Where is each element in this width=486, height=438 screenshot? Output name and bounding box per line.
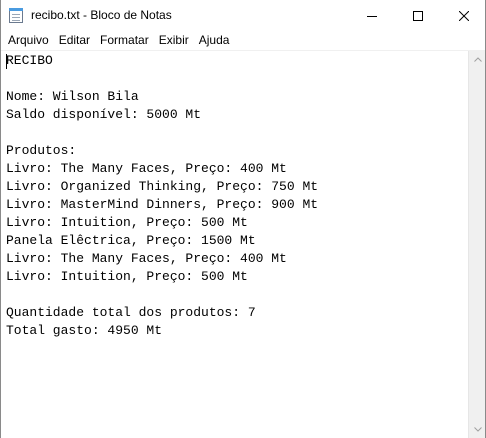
menu-formatar[interactable]: Formatar <box>95 31 154 50</box>
text-line: Livro: The Many Faces, Preço: 400 Mt <box>6 251 287 266</box>
document-text[interactable]: RECIBO Nome: Wilson Bila Saldo disponíve… <box>6 52 318 340</box>
notepad-icon[interactable] <box>9 8 23 23</box>
minimize-icon <box>367 15 377 17</box>
text-line: RECIBO <box>6 53 53 68</box>
maximize-button[interactable] <box>395 0 441 31</box>
chevron-up-icon <box>473 57 482 62</box>
text-line: Produtos: <box>6 143 77 158</box>
menu-arquivo[interactable]: Arquivo <box>1 31 54 50</box>
text-line: Livro: MasterMind Dinners, Preço: 900 Mt <box>6 197 319 212</box>
notepad-window: recibo.txt - Bloco de Notas Arquivo Edit… <box>0 0 486 438</box>
close-button[interactable] <box>441 0 486 31</box>
close-icon <box>459 10 469 21</box>
maximize-icon <box>413 10 423 21</box>
text-line: Livro: Intuition, Preço: 500 Mt <box>6 215 248 230</box>
text-line: Quantidade total dos produtos: 7 <box>6 305 256 320</box>
text-line: Livro: The Many Faces, Preço: 400 Mt <box>6 161 287 176</box>
window-title: recibo.txt - Bloco de Notas <box>31 8 172 22</box>
text-caret <box>6 54 7 69</box>
scroll-up-button[interactable] <box>469 51 486 68</box>
scroll-down-button[interactable] <box>469 421 486 438</box>
text-editor[interactable]: RECIBO Nome: Wilson Bila Saldo disponíve… <box>1 51 470 438</box>
text-line: Saldo disponível: 5000 Mt <box>6 107 202 122</box>
text-line: Livro: Organized Thinking, Preço: 750 Mt <box>6 179 319 194</box>
menu-ajuda[interactable]: Ajuda <box>194 31 235 50</box>
vertical-scrollbar[interactable] <box>468 51 485 438</box>
minimize-button[interactable] <box>349 0 395 31</box>
text-line: Nome: Wilson Bila <box>6 89 139 104</box>
menu-exibir[interactable]: Exibir <box>154 31 194 50</box>
chevron-down-icon <box>473 427 482 432</box>
text-line: Livro: Intuition, Preço: 500 Mt <box>6 269 248 284</box>
text-line: Panela Elêctrica, Preço: 1500 Mt <box>6 233 256 248</box>
menu-editar[interactable]: Editar <box>54 31 95 50</box>
text-line: Total gasto: 4950 Mt <box>6 323 163 338</box>
menu-bar: Arquivo Editar Formatar Exibir Ajuda <box>1 31 485 50</box>
title-bar[interactable]: recibo.txt - Bloco de Notas <box>1 0 485 31</box>
